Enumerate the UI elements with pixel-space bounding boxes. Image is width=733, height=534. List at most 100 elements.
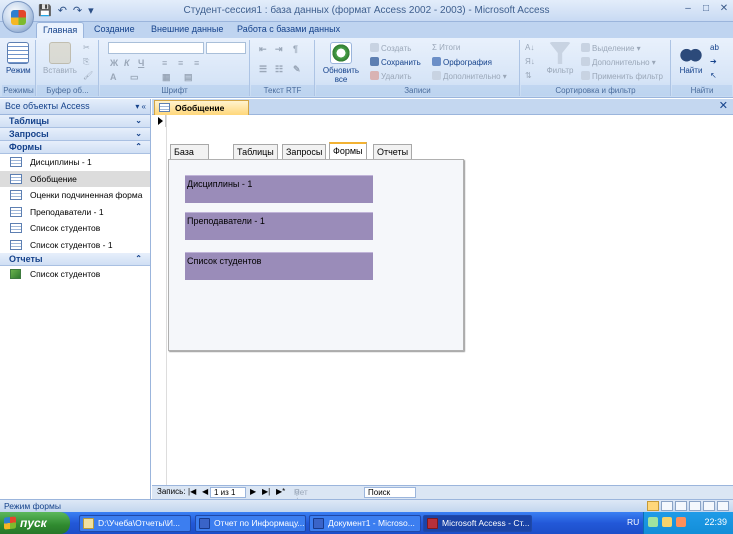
nav-section-forms[interactable]: Формы ⌃ — [0, 141, 150, 154]
search-input[interactable]: Поиск — [364, 487, 416, 498]
record-position-field[interactable]: 1 из 1 — [210, 487, 246, 498]
record-selector[interactable] — [156, 115, 166, 127]
fill-color-icon[interactable]: ▭ — [130, 72, 139, 83]
nav-item-form[interactable]: Обобщение — [0, 170, 150, 187]
gridlines-icon[interactable]: ▦ — [162, 72, 171, 83]
sort-descending-icon[interactable]: Я↓ — [525, 57, 535, 66]
highlight-icon[interactable]: ✎ — [293, 64, 301, 75]
funnel-icon — [549, 42, 571, 64]
ribbon-tabs: Главная Создание Внешние данные Работа с… — [0, 22, 733, 38]
last-record-icon[interactable]: ▶| — [262, 487, 270, 496]
volume-icon[interactable] — [662, 517, 672, 527]
numbering-icon[interactable]: ☷ — [275, 64, 283, 75]
nav-item-form[interactable]: Оценки подчиненная форма — [0, 187, 150, 204]
switchboard-button-students[interactable]: Список студентов — [185, 252, 373, 280]
advanced-filter-button[interactable]: Дополнительно ▾ — [581, 57, 656, 67]
font-size-select[interactable] — [206, 42, 246, 54]
font-color-icon[interactable]: A — [110, 72, 117, 82]
tab-database-tools[interactable]: Работа с базами данных — [231, 22, 346, 38]
antivirus-icon[interactable] — [676, 517, 686, 527]
nav-item-form[interactable]: Дисциплины - 1 — [0, 154, 150, 171]
layout-view-icon[interactable] — [703, 501, 715, 511]
find-button[interactable]: Найти — [676, 42, 706, 75]
tab-home[interactable]: Главная — [36, 22, 85, 38]
new-record-button[interactable]: Создать — [370, 43, 411, 53]
increase-indent-icon[interactable]: ⇥ — [275, 44, 283, 55]
window-title: Студент-сессия1 : база данных (формат Ac… — [183, 5, 550, 16]
next-record-icon[interactable]: ▶ — [250, 487, 256, 496]
form-view-icon[interactable] — [647, 501, 659, 511]
design-view-icon[interactable] — [717, 501, 729, 511]
nav-item-report[interactable]: Список студентов — [0, 266, 150, 283]
start-button[interactable]: пуск — [0, 512, 70, 534]
replace-icon[interactable]: ab — [710, 43, 719, 52]
goto-icon[interactable]: ➔ — [710, 57, 717, 66]
save-record-button[interactable]: Сохранить — [370, 57, 421, 67]
maximize-button[interactable]: □ — [699, 2, 713, 16]
pivot-chart-view-icon[interactable] — [689, 501, 701, 511]
tab-forms[interactable]: Формы — [329, 142, 367, 159]
first-record-icon[interactable]: |◀ — [188, 487, 196, 496]
network-icon[interactable] — [648, 517, 658, 527]
italic-icon[interactable]: К — [124, 58, 130, 68]
close-document-icon[interactable]: ✕ — [719, 99, 728, 112]
document-tab-obobshchenie[interactable]: Обобщение — [154, 100, 250, 115]
selection-button[interactable]: Выделение ▾ — [581, 43, 641, 53]
language-indicator[interactable]: RU — [627, 517, 639, 527]
nav-pane-header[interactable]: Все объекты Access ▾ « — [0, 99, 150, 115]
nav-section-tables[interactable]: Таблицы ⌄ — [0, 115, 150, 128]
minimize-button[interactable]: – — [681, 2, 695, 16]
pivot-table-view-icon[interactable] — [675, 501, 687, 511]
copy-icon[interactable]: ⎘ — [83, 57, 89, 67]
taskbar-item-access[interactable]: Microsoft Access - Ст... — [423, 515, 532, 532]
prev-record-icon[interactable]: ◀ — [202, 487, 208, 496]
new-record-icon[interactable]: ▶* — [276, 487, 285, 496]
taskbar-item-document[interactable]: Документ1 - Microso... — [309, 515, 421, 532]
clear-sort-icon[interactable]: ⇅ — [525, 71, 532, 80]
more-records-button[interactable]: Дополнительно ▾ — [432, 71, 507, 81]
bold-icon[interactable]: Ж — [110, 58, 118, 68]
align-left-icon[interactable]: ≡ — [162, 58, 167, 68]
filter-button[interactable]: Фильтр — [545, 42, 575, 75]
nav-section-queries[interactable]: Запросы ⌄ — [0, 128, 150, 141]
taskbar-item-report[interactable]: Отчет по Информацу... — [195, 515, 306, 532]
nav-section-reports[interactable]: Отчеты ⌃ — [0, 253, 150, 266]
tab-create[interactable]: Создание — [88, 22, 141, 38]
switchboard-button-disciplines[interactable]: Дисциплины - 1 — [185, 175, 373, 203]
decrease-indent-icon[interactable]: ⇤ — [259, 44, 267, 55]
spelling-button[interactable]: Орфография — [432, 57, 492, 67]
nav-item-form[interactable]: Список студентов — [0, 220, 150, 237]
sort-ascending-icon[interactable]: A↓ — [525, 43, 534, 52]
align-right-icon[interactable]: ≡ — [194, 58, 199, 68]
switchboard-button-teachers[interactable]: Преподаватели - 1 — [185, 212, 373, 240]
form-icon — [159, 103, 170, 112]
tab-queries[interactable]: Запросы — [282, 144, 327, 159]
toggle-filter-button[interactable]: Применить фильтр — [581, 71, 663, 81]
cut-icon[interactable]: ✂ — [83, 43, 90, 52]
nav-item-form[interactable]: Список студентов - 1 — [0, 237, 150, 254]
paste-button[interactable]: Вставить — [43, 42, 77, 75]
select-icon[interactable]: ↖ — [710, 71, 717, 80]
nav-pane-controls[interactable]: ▾ « — [135, 99, 146, 114]
bullets-icon[interactable]: ☰ — [259, 64, 267, 75]
tab-reports[interactable]: Отчеты — [373, 144, 413, 159]
tab-tables[interactable]: Таблицы — [233, 144, 278, 159]
paste-icon — [48, 42, 71, 64]
view-button[interactable]: Режим — [6, 42, 31, 75]
format-painter-icon[interactable]: 🖌 — [83, 71, 93, 80]
tab-external-data[interactable]: Внешние данные — [145, 22, 229, 38]
refresh-all-button[interactable]: Обновить все — [320, 42, 362, 84]
delete-record-button[interactable]: Удалить — [370, 71, 412, 81]
office-button[interactable] — [2, 1, 34, 33]
tab-database[interactable]: База данных — [170, 144, 210, 171]
close-window-button[interactable]: ✕ — [717, 2, 731, 16]
nav-item-form[interactable]: Преподаватели - 1 — [0, 204, 150, 221]
taskbar-item-explorer[interactable]: D:\Учеба\Отчеты\И... — [79, 515, 191, 532]
rtl-icon[interactable]: ¶ — [293, 44, 298, 54]
totals-button[interactable]: Σ Итоги — [432, 43, 460, 52]
font-name-select[interactable] — [108, 42, 204, 54]
underline-icon[interactable]: Ч — [138, 58, 144, 68]
align-center-icon[interactable]: ≡ — [178, 58, 183, 68]
datasheet-view-icon[interactable] — [661, 501, 673, 511]
alternate-fill-icon[interactable]: ▤ — [184, 72, 193, 83]
